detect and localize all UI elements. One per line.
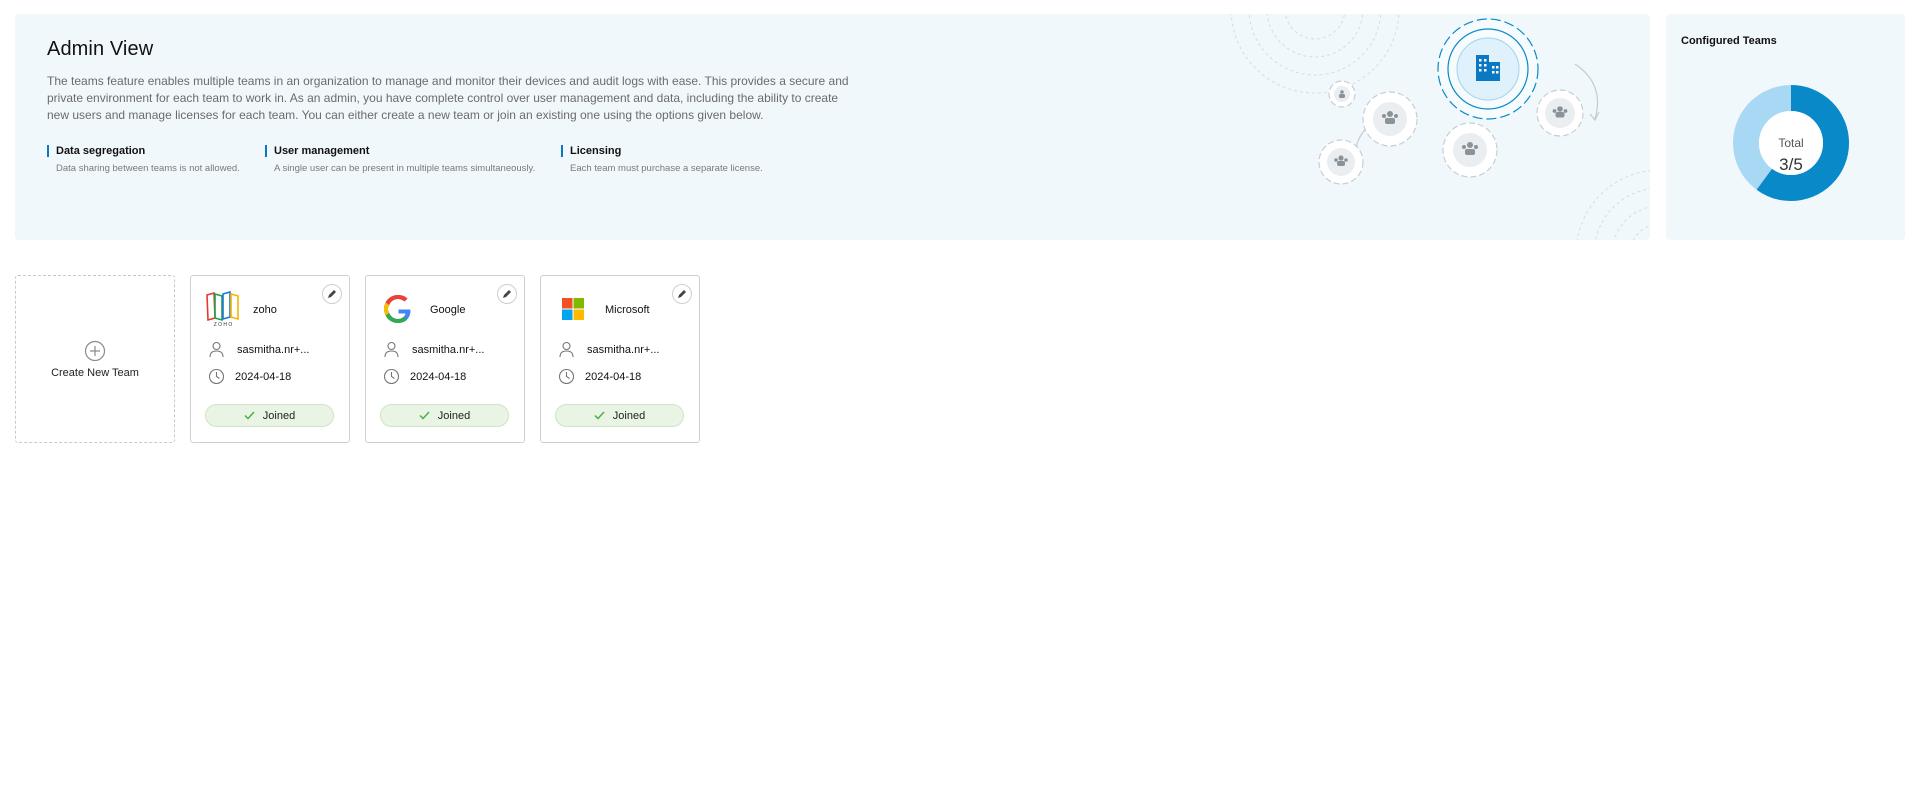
zoho-logo: Z O H O — [206, 291, 239, 327]
edit-team-button[interactable] — [672, 284, 692, 304]
page-description: The teams feature enables multiple teams… — [47, 74, 849, 122]
check-icon — [244, 411, 255, 420]
create-new-team-label: Create New Team — [51, 366, 139, 379]
team-card-zoho[interactable]: Z O H O zoho sasmitha.nr+... 2024-04-18 … — [190, 275, 350, 443]
joined-status-button[interactable]: Joined — [205, 404, 334, 427]
edit-team-button[interactable] — [322, 284, 342, 304]
team-owner: sasmitha.nr+... — [237, 344, 310, 356]
team-created-date: 2024-04-18 — [585, 371, 642, 383]
microsoft-logo — [562, 298, 584, 320]
joined-status-button[interactable]: Joined — [555, 404, 684, 427]
team-card-microsoft[interactable]: Microsoft sasmitha.nr+... 2024-04-18 Joi… — [540, 275, 700, 443]
check-icon — [594, 411, 605, 420]
clock-icon — [383, 368, 400, 385]
joined-status-button[interactable]: Joined — [380, 404, 509, 427]
team-name: Microsoft — [605, 304, 650, 316]
clock-icon — [558, 368, 575, 385]
clock-icon — [208, 368, 225, 385]
user-icon — [384, 341, 399, 358]
team-created-date: 2024-04-18 — [235, 371, 292, 383]
pencil-icon — [503, 290, 511, 298]
feature-title: Licensing — [561, 145, 763, 157]
svg-text:Z O H O: Z O H O — [214, 322, 233, 327]
page-title: Admin View — [47, 38, 154, 60]
create-new-team-button[interactable]: Create New Team — [15, 275, 175, 443]
pencil-icon — [328, 290, 336, 298]
feature-desc: Data sharing between teams is not allowe… — [56, 163, 240, 174]
joined-label: Joined — [437, 409, 471, 422]
feature-data-segregation: Data segregation Data sharing between te… — [47, 145, 240, 174]
donut-total-value: 3/5 — [1779, 155, 1803, 174]
pencil-icon — [678, 290, 686, 298]
feature-title: User management — [265, 145, 535, 157]
feature-user-management: User management A single user can be pre… — [265, 145, 535, 174]
team-name: Google — [430, 304, 466, 316]
team-owner: sasmitha.nr+... — [412, 344, 485, 356]
admin-view-banner: Admin View The teams feature enables mul… — [15, 14, 1650, 240]
building-gear-icon — [1230, 14, 1650, 240]
google-logo — [384, 295, 411, 323]
joined-label: Joined — [612, 409, 646, 422]
feature-desc: A single user can be present in multiple… — [274, 163, 536, 174]
feature-licensing: Licensing Each team must purchase a sepa… — [561, 145, 763, 174]
configured-teams-card: Configured Teams Total 3/5 — [1666, 14, 1905, 240]
team-owner: sasmitha.nr+... — [587, 344, 660, 356]
joined-label: Joined — [262, 409, 296, 422]
user-icon — [559, 341, 574, 358]
edit-team-button[interactable] — [497, 284, 517, 304]
feature-desc: Each team must purchase a separate licen… — [570, 163, 763, 174]
team-name: zoho — [253, 304, 277, 316]
team-created-date: 2024-04-18 — [410, 371, 467, 383]
configured-teams-title: Configured Teams — [1681, 35, 1777, 47]
feature-title: Data segregation — [47, 145, 240, 157]
donut-total-label: Total — [1778, 136, 1804, 150]
team-card-google[interactable]: Google sasmitha.nr+... 2024-04-18 Joined — [365, 275, 525, 443]
check-icon — [419, 411, 430, 420]
user-icon — [209, 341, 224, 358]
plus-circle-icon — [84, 340, 106, 361]
